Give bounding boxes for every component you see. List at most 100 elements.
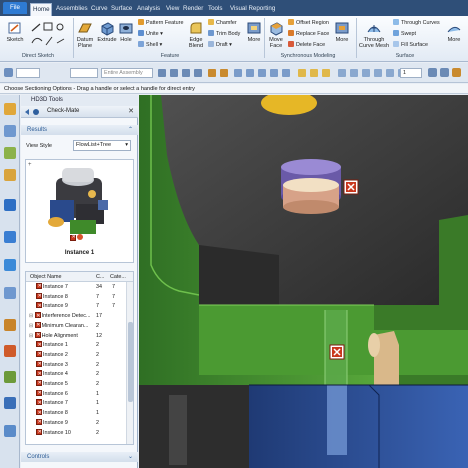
replace-face-button[interactable]: Replace Face — [288, 30, 329, 37]
reuse-library-icon[interactable] — [4, 169, 16, 181]
col-count[interactable]: C... — [96, 272, 104, 282]
model-view[interactable] — [139, 95, 468, 468]
chamfer-button[interactable]: Chamfer — [208, 19, 237, 26]
sketch-button[interactable]: Sketch — [4, 20, 26, 43]
more-icon — [335, 22, 349, 34]
col-category[interactable]: Cate... — [110, 272, 126, 282]
type-filter-dropdown[interactable] — [70, 68, 98, 78]
hole-button[interactable]: Hole — [118, 20, 134, 43]
tab-analysis[interactable]: Analysis — [137, 3, 160, 16]
datum-plane-button[interactable]: Datum Plane — [75, 20, 95, 49]
tree-row-node: Instance 4 — [36, 370, 68, 378]
tree-row[interactable]: Instance 6 1 — [26, 389, 127, 398]
trim-body-button[interactable]: Trim Body — [208, 30, 240, 37]
assembly-scope-dropdown[interactable]: Entire Assembly — [101, 68, 153, 78]
tab-surface[interactable]: Surface — [111, 3, 132, 16]
col-object-name[interactable]: Object Name — [30, 272, 61, 282]
process-studio-icon[interactable] — [4, 319, 16, 331]
scrollbar-thumb[interactable] — [128, 322, 133, 402]
tree-row[interactable]: Instance 3 2 — [26, 360, 127, 369]
status-icons — [70, 234, 83, 242]
tree-row[interactable]: Instance 8 7 7 — [26, 292, 127, 301]
tree-row[interactable]: Instance 9 2 — [26, 418, 127, 427]
web-browser-icon[interactable] — [4, 231, 16, 243]
through-curve-mesh-button[interactable]: Through Curve Mesh — [358, 20, 390, 49]
view-icon[interactable] — [428, 68, 437, 77]
roles-icon[interactable] — [4, 371, 16, 383]
menu-icon[interactable] — [4, 68, 13, 77]
tree-row[interactable]: Instance 2 2 — [26, 350, 127, 359]
palette-icon[interactable] — [4, 425, 16, 437]
back-home-icons[interactable] — [24, 108, 44, 116]
hd3d-tools-icon[interactable] — [4, 199, 16, 211]
manufacturing-wizard-icon[interactable] — [4, 345, 16, 357]
tab-assemblies[interactable]: Assemblies — [56, 3, 88, 16]
tree-row[interactable]: Instance 1 2 — [26, 341, 127, 349]
sketch-icon — [8, 22, 21, 34]
row-count: 1 — [96, 410, 99, 417]
offset-region-button[interactable]: Offset Region — [288, 19, 329, 26]
system-materials-icon[interactable] — [4, 287, 16, 299]
tab-home[interactable]: Home — [30, 3, 52, 16]
tab-curve[interactable]: Curve — [91, 3, 108, 16]
expand-icon[interactable]: ⌄ — [128, 452, 133, 462]
fill-surface-button[interactable]: Fill Surface — [393, 41, 428, 48]
constraint-navigator-icon[interactable] — [4, 125, 16, 137]
part-navigator-icon[interactable] — [4, 147, 16, 159]
tree-row[interactable]: Instance 4 2 — [26, 370, 127, 378]
close-icon[interactable]: ✕ — [128, 107, 134, 115]
tree-row[interactable]: Instance 7 34 7 — [26, 282, 127, 291]
tree-row[interactable]: Instance 8 1 — [26, 408, 127, 417]
filter-dropdown[interactable] — [16, 68, 40, 78]
tab-tools[interactable]: Tools — [208, 3, 222, 16]
edge-blend-button[interactable]: Edge Blend — [186, 20, 206, 49]
interference-marker[interactable] — [343, 179, 359, 195]
controls-header[interactable]: Controls ⌄ — [21, 452, 138, 462]
draft-button[interactable]: Draft ▾ — [208, 41, 232, 48]
tree-row[interactable]: Instance 7 1 — [26, 399, 127, 407]
unite-button[interactable]: Unite ▾ — [138, 30, 163, 37]
tree-row-node: ⊟ Minimum Clearan... — [29, 321, 88, 330]
view-style-dropdown[interactable]: FlowList+Tree ▾ — [73, 140, 131, 151]
tree-row[interactable]: Instance 5 2 — [26, 379, 127, 388]
pattern-feature-button[interactable]: Pattern Feature — [138, 19, 183, 26]
system-scenes-icon[interactable] — [4, 397, 16, 409]
row-name: Interference Detec... — [41, 313, 91, 320]
render-icon[interactable] — [452, 68, 461, 77]
tree-row-node: Instance 7 — [36, 399, 68, 407]
history-icon[interactable] — [4, 259, 16, 271]
tree-scrollbar[interactable] — [126, 282, 133, 444]
hole-alignment-marker[interactable] — [329, 344, 345, 360]
number-field[interactable]: 1 — [400, 68, 422, 78]
sketch-label: Sketch — [6, 37, 24, 43]
row-name: Instance 9 — [43, 303, 68, 310]
tab-render[interactable]: Render — [183, 3, 203, 16]
more-surface-button[interactable]: More — [444, 20, 464, 43]
tree-row[interactable]: ⊟ Interference Detec... 17 — [26, 311, 127, 320]
assembly-navigator-icon[interactable] — [4, 103, 16, 115]
shell-button[interactable]: Shell ▾ — [138, 41, 162, 48]
view-icon[interactable] — [440, 68, 449, 77]
more-feature-button[interactable]: More — [246, 20, 262, 43]
pin-icon[interactable]: + — [28, 162, 32, 168]
extrude-button[interactable]: Extrude — [97, 20, 117, 43]
tab-view[interactable]: View — [166, 3, 179, 16]
tree-row[interactable]: ⊟ Minimum Clearan... 2 — [26, 321, 127, 330]
move-face-button[interactable]: Move Face — [266, 20, 286, 49]
results-header[interactable]: Results ⌃ — [21, 125, 138, 135]
tree-row[interactable]: Instance 9 7 7 — [26, 302, 127, 310]
graphics-window[interactable] — [139, 95, 468, 468]
more-sync-button[interactable]: More — [334, 20, 350, 43]
swept-button[interactable]: Swept — [393, 30, 416, 37]
collapse-icon[interactable]: ⌃ — [128, 125, 133, 135]
delete-face-button[interactable]: Delete Face — [288, 41, 325, 48]
tree-row[interactable]: Instance 10 2 — [26, 428, 127, 437]
row-name: Hole Alignment — [41, 332, 78, 339]
tab-file[interactable]: File — [3, 2, 27, 14]
tab-visual-reporting[interactable]: Visual Reporting — [230, 3, 275, 16]
tree-row[interactable]: ⊟ Hole Alignment 12 — [26, 331, 127, 340]
extrude-label: Extrude — [97, 37, 117, 43]
sketch-curve-icons[interactable] — [30, 21, 70, 49]
through-curves-button[interactable]: Through Curves — [393, 19, 440, 26]
snap-toolbar-icons[interactable] — [158, 68, 418, 78]
